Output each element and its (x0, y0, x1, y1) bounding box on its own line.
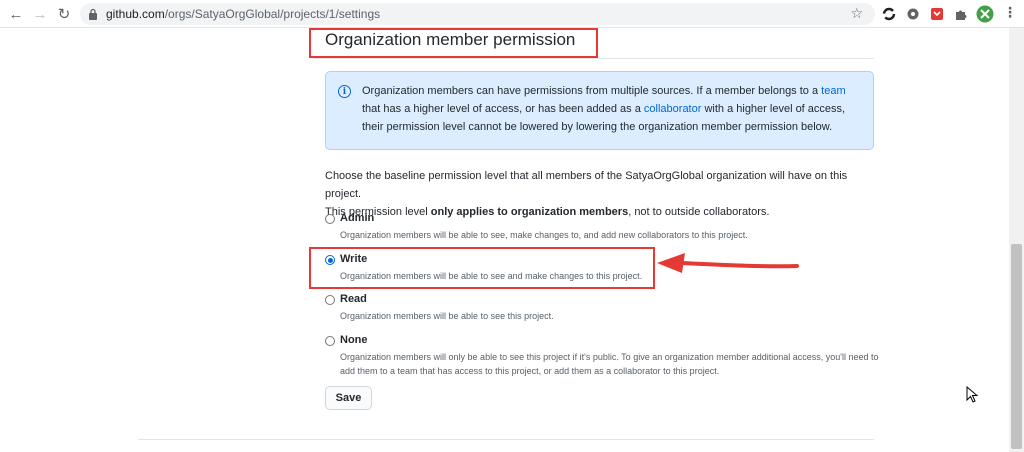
radio-read[interactable] (325, 295, 335, 305)
permission-description: Choose the baseline permission level tha… (325, 167, 885, 221)
description-line: Choose the baseline permission level tha… (325, 170, 848, 200)
back-arrow-icon[interactable]: ← (6, 4, 26, 24)
option-note: Organization members will only be able t… (340, 352, 879, 376)
mouse-cursor-icon (966, 386, 978, 403)
title-divider (313, 58, 874, 59)
collaborator-link[interactable]: collaborator (644, 103, 701, 115)
notice-text: Organization members can have permission… (362, 85, 822, 97)
option-label[interactable]: Read (340, 293, 367, 305)
browser-toolbar: ← → ↻ github.com/orgs/SatyaOrgGlobal/pro… (0, 0, 1024, 28)
lock-icon (89, 8, 97, 20)
team-link[interactable]: team (821, 85, 845, 97)
radio-admin[interactable] (325, 214, 335, 224)
menu-dots-icon[interactable]: ⋮ (1003, 4, 1017, 21)
extensions-puzzle-icon[interactable] (953, 6, 969, 22)
extension-refresh-icon[interactable] (881, 6, 897, 22)
option-label[interactable]: None (340, 334, 368, 346)
info-notice: i Organization members can have permissi… (325, 71, 874, 150)
reload-icon[interactable]: ↻ (54, 4, 74, 24)
profile-avatar-icon[interactable] (976, 5, 994, 23)
bookmark-star-icon[interactable]: ☆ (850, 5, 863, 22)
footer-divider (138, 439, 874, 440)
radio-none[interactable] (325, 336, 335, 346)
url-text: github.com/orgs/SatyaOrgGlobal/projects/… (106, 7, 381, 21)
info-icon: i (338, 85, 351, 98)
extension-pocket-icon[interactable] (929, 6, 945, 22)
option-note: Organization members will be able to see… (340, 311, 554, 321)
title-highlight-box (309, 28, 598, 58)
save-button[interactable]: Save (325, 386, 372, 410)
extension-gear-icon[interactable] (905, 6, 921, 22)
description-line: This permission level only applies to or… (325, 206, 770, 218)
annotation-arrow-icon (657, 253, 799, 273)
scrollbar-thumb[interactable] (1011, 244, 1022, 449)
forward-arrow-icon[interactable]: → (30, 4, 50, 24)
option-note: Organization members will be able to see… (340, 230, 748, 240)
address-bar[interactable]: github.com/orgs/SatyaOrgGlobal/projects/… (80, 3, 875, 25)
notice-text: that has a higher level of access, or ha… (362, 103, 644, 115)
write-option-highlight-box (309, 247, 655, 289)
option-label[interactable]: Admin (340, 212, 374, 224)
